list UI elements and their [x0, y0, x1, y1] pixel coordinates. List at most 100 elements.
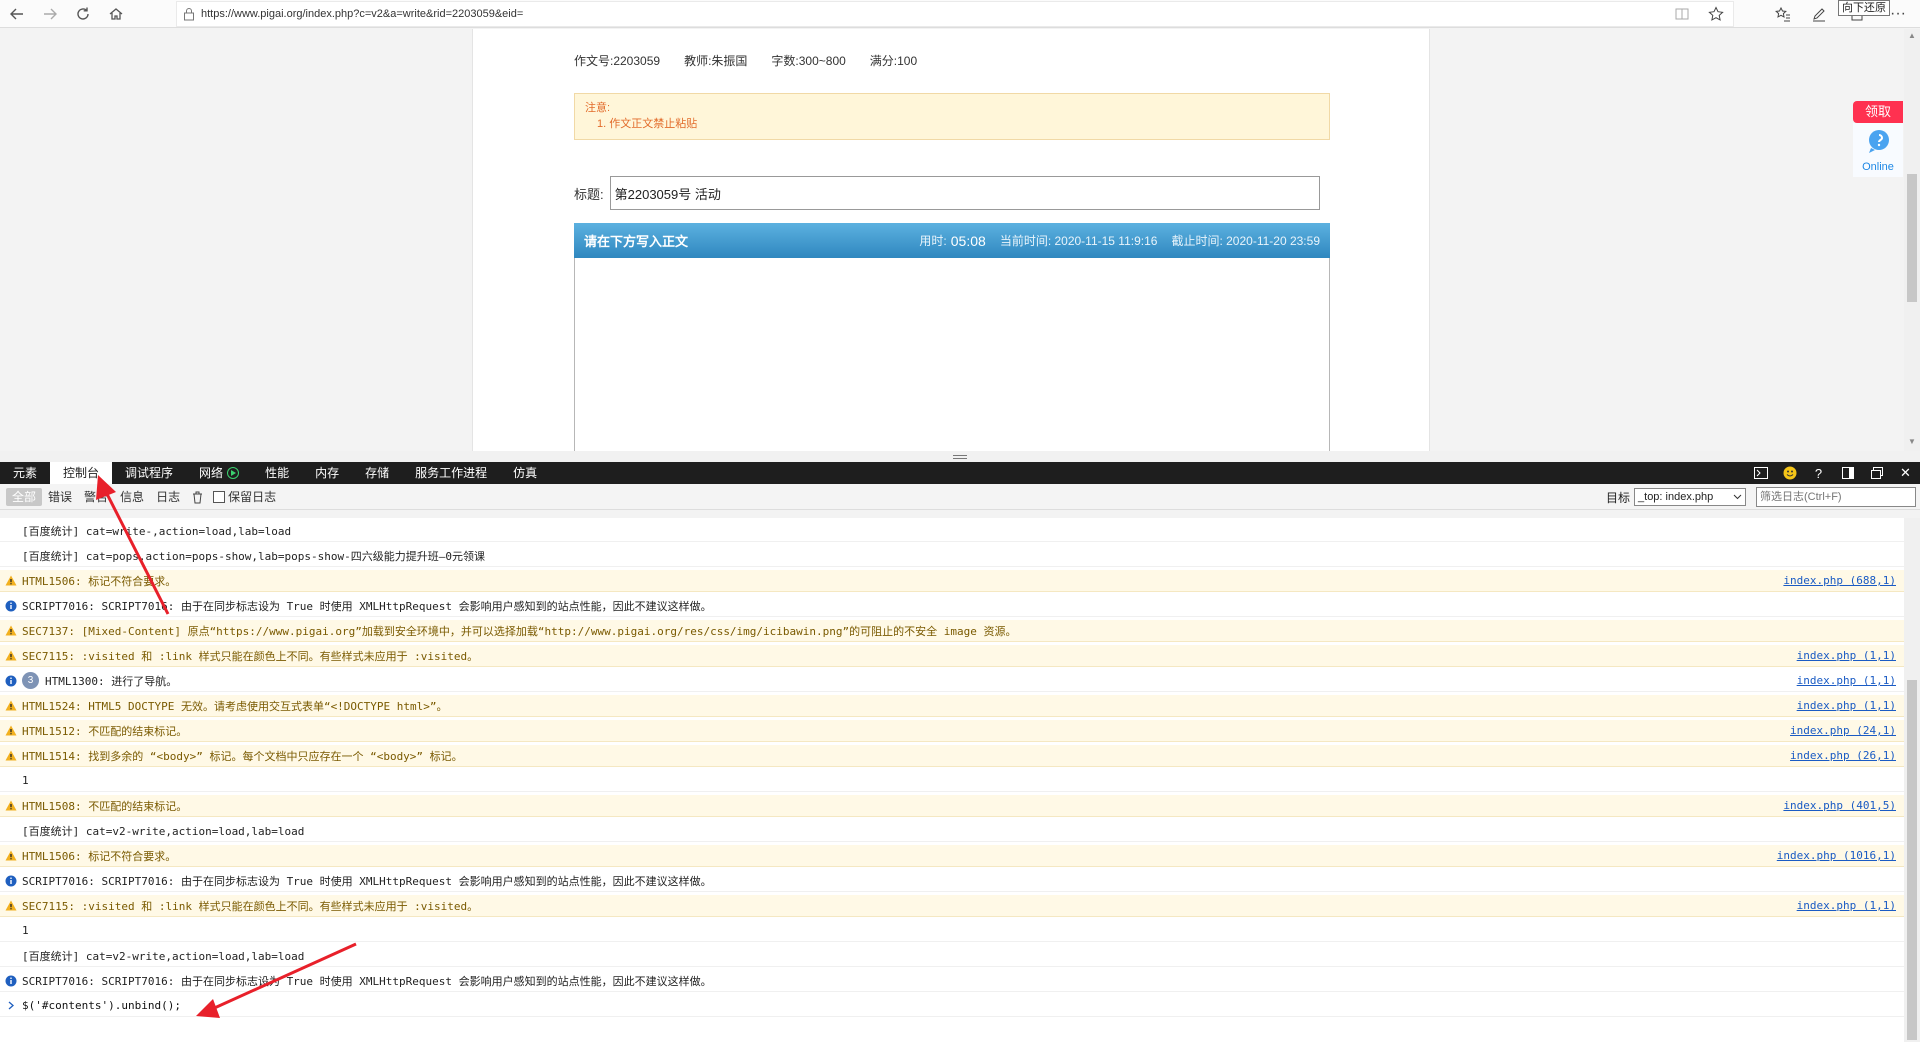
full-score: 满分:100 — [869, 54, 918, 68]
page-scroll-thumb[interactable] — [1907, 174, 1917, 302]
target-select[interactable]: _top: index.php — [1634, 488, 1747, 506]
tab-network[interactable]: 网络 — [186, 462, 252, 484]
target-label: 目标 — [1606, 490, 1631, 505]
source-link[interactable]: index.php (1,1) — [1797, 699, 1896, 712]
console-row: SEC7115: :visited 和 :link 样式只能在颜色上不同。有些样… — [0, 895, 1904, 917]
forward-button[interactable] — [33, 0, 66, 28]
source-link[interactable]: index.php (1,1) — [1797, 899, 1896, 912]
devtools-tabbar: 元素 控制台 调试程序 网络 性能 内存 存储 服务工作进程 仿真 ? ✕ — [0, 462, 1920, 484]
console-message: 1 — [22, 924, 29, 937]
star-icon[interactable] — [1699, 6, 1733, 22]
source-link[interactable]: index.php (24,1) — [1790, 724, 1896, 737]
scroll-down-icon[interactable]: ▼ — [1908, 437, 1916, 446]
tab-label: 元素 — [13, 466, 38, 480]
tab-label: 仿真 — [513, 466, 538, 480]
source-link[interactable]: index.php (401,5) — [1783, 799, 1896, 812]
source-link[interactable]: index.php (1016,1) — [1777, 849, 1896, 862]
console-message: $('#contents').unbind(); — [22, 999, 181, 1012]
warning-icon — [0, 575, 22, 586]
title-row: 标题: — [574, 176, 1320, 210]
filter-warnings[interactable]: 警告 — [78, 488, 114, 506]
console-scroll-thumb[interactable] — [1907, 680, 1917, 1040]
console-row: 3 HTML1300: 进行了导航。 index.php (1,1) — [0, 670, 1904, 692]
console-message: SCRIPT7016: SCRIPT7016: 由于在同步标志设为 True 时… — [22, 599, 712, 613]
help-button[interactable]: ? — [1804, 462, 1833, 484]
word-count-range: 字数:300~800 — [771, 54, 846, 68]
source-link[interactable]: index.php (26,1) — [1790, 749, 1896, 762]
console-message: HTML1508: 不匹配的结束标记。 — [22, 799, 188, 813]
console-row: SEC7115: :visited 和 :link 样式只能在颜色上不同。有些样… — [0, 645, 1904, 667]
source-link[interactable]: index.php (1,1) — [1797, 649, 1896, 662]
page-scrollbar[interactable]: ▲ ▼ — [1904, 29, 1920, 451]
teacher-name: 教师:朱振国 — [684, 54, 748, 68]
target-value: _top: index.php — [1638, 491, 1714, 503]
online-service-button[interactable]: Online — [1853, 123, 1903, 177]
arrow-right-icon — [42, 6, 58, 22]
tab-storage[interactable]: 存储 — [352, 462, 402, 484]
console-message: HTML1524: HTML5 DOCTYPE 无效。请考虑使用交互式表单“<!… — [22, 699, 448, 713]
console-row: HTML1524: HTML5 DOCTYPE 无效。请考虑使用交互式表单“<!… — [0, 695, 1904, 717]
source-link[interactable]: index.php (688,1) — [1783, 574, 1896, 587]
console-filterbar: 全部 错误 警告 信息 日志 保留日志 目标 _top: index.php — [0, 484, 1920, 510]
refresh-button[interactable] — [66, 0, 99, 28]
close-devtools-button[interactable]: ✕ — [1891, 462, 1920, 484]
notes-button[interactable] — [1802, 0, 1836, 28]
console-message: SCRIPT7016: SCRIPT7016: 由于在同步标志设为 True 时… — [22, 974, 712, 988]
tab-service-workers[interactable]: 服务工作进程 — [402, 462, 500, 484]
warning-icon — [0, 625, 22, 636]
essay-body-editor[interactable] — [574, 258, 1330, 451]
preserve-log-toggle[interactable]: 保留日志 — [213, 488, 276, 505]
filter-errors[interactable]: 错误 — [42, 488, 78, 506]
content-column: 作文号:2203059 教师:朱振国 字数:300~800 满分:100 注意:… — [472, 29, 1430, 451]
undock-icon — [1870, 467, 1883, 479]
console-message: [百度统计] cat=pops,action=pops-show,lab=pop… — [22, 549, 486, 563]
reading-view-icon[interactable] — [1665, 7, 1699, 21]
target-selector: 目标 _top: index.php — [1606, 488, 1747, 506]
console-message: [百度统计] cat=write-,action=load,lab=load — [22, 524, 292, 538]
warning-icon — [0, 900, 22, 911]
filter-info[interactable]: 信息 — [114, 488, 150, 506]
dock-button[interactable] — [1833, 462, 1862, 484]
tab-elements[interactable]: 元素 — [0, 462, 50, 484]
favorites-button[interactable] — [1766, 0, 1800, 28]
tab-memory[interactable]: 内存 — [302, 462, 352, 484]
title-input[interactable] — [609, 176, 1320, 210]
tab-label: 控制台 — [63, 466, 100, 480]
console-row: HTML1512: 不匹配的结束标记。 index.php (24,1) — [0, 720, 1904, 742]
console-scrollbar[interactable] — [1904, 518, 1920, 1042]
warning-icon — [0, 725, 22, 736]
devtools-tools: ? ✕ — [1746, 462, 1920, 484]
source-link[interactable]: index.php (1,1) — [1797, 674, 1896, 687]
tab-console[interactable]: 控制台 — [50, 462, 113, 484]
claim-button[interactable]: 领取 — [1853, 101, 1903, 123]
devtools-splitter[interactable] — [0, 451, 1920, 462]
console-message: HTML1300: 进行了导航。 — [45, 674, 178, 688]
console-toggle-button[interactable] — [1746, 462, 1775, 484]
back-button[interactable] — [0, 0, 33, 28]
preserve-log-checkbox[interactable] — [213, 490, 226, 503]
scroll-up-icon[interactable]: ▲ — [1908, 31, 1916, 40]
tab-emulation[interactable]: 仿真 — [500, 462, 550, 484]
notice-box: 注意: 1. 作文正文禁止粘贴 — [574, 93, 1330, 140]
console-row: HTML1514: 找到多余的 “<body>” 标记。每个文档中只应存在一个 … — [0, 745, 1904, 767]
tab-performance[interactable]: 性能 — [252, 462, 302, 484]
filter-log[interactable]: 日志 — [150, 488, 186, 506]
page-viewport: 作文号:2203059 教师:朱振国 字数:300~800 满分:100 注意:… — [0, 29, 1904, 451]
log-filter-input[interactable] — [1756, 487, 1916, 507]
info-icon — [0, 675, 22, 687]
title-label: 标题: — [574, 186, 604, 202]
filter-all[interactable]: 全部 — [6, 487, 43, 506]
home-button[interactable] — [99, 0, 132, 28]
online-label: Online — [1862, 161, 1894, 173]
console-row: [百度统计] cat=v2-write,action=load,lab=load — [0, 945, 1904, 967]
undock-button[interactable] — [1862, 462, 1891, 484]
clear-console-button[interactable] — [186, 488, 209, 506]
deadline-time: 截止时间: 2020-11-20 23:59 — [1171, 234, 1320, 248]
essay-meta-row: 作文号:2203059 教师:朱振国 字数:300~800 满分:100 — [574, 52, 917, 69]
feedback-button[interactable] — [1775, 462, 1804, 484]
console-input-line[interactable]: $('#contents').unbind(); — [0, 995, 1904, 1017]
editor-header: 请在下方写入正文 用时: 05:08 当前时间: 2020-11-15 11:9… — [574, 223, 1330, 258]
tab-debugger[interactable]: 调试程序 — [112, 462, 186, 484]
essay-id: 作文号:2203059 — [574, 54, 661, 68]
address-bar[interactable]: https://www.pigai.org/index.php?c=v2&a=w… — [176, 1, 1734, 27]
